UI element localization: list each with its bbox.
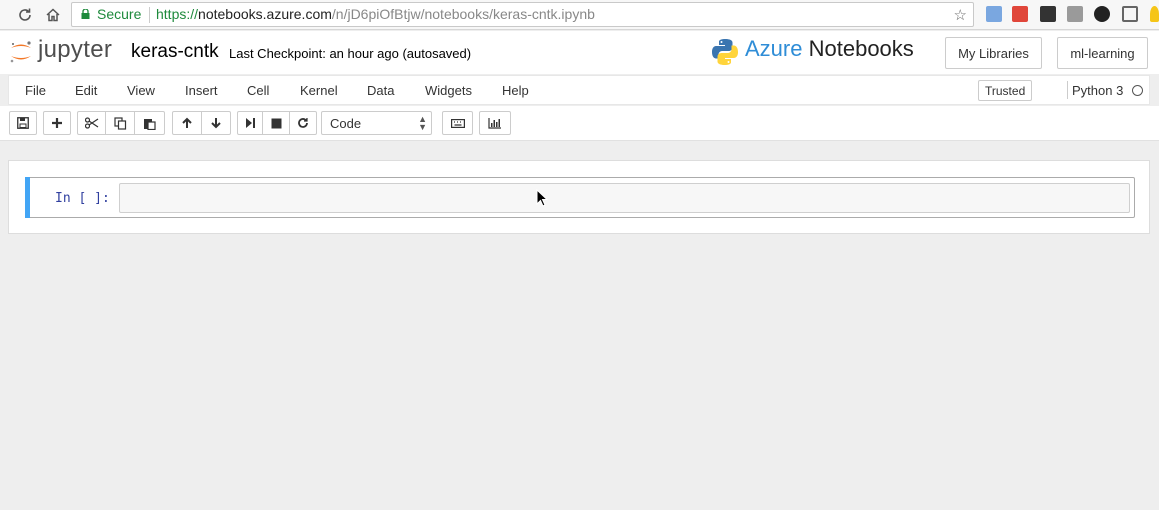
kernel-idle-indicator-icon [1132, 85, 1143, 96]
trusted-indicator[interactable]: Trusted [978, 80, 1033, 101]
library-button[interactable]: ml-learning [1057, 37, 1148, 69]
input-prompt: In [ ]: [55, 191, 110, 206]
checkpoint-status: Last Checkpoint: an hour ago (autosaved) [229, 46, 472, 61]
save-button[interactable] [9, 111, 37, 135]
reload-icon[interactable] [14, 4, 36, 26]
paste-button[interactable] [134, 111, 165, 135]
menu-insert[interactable]: Insert [185, 83, 218, 98]
secure-label: Secure [97, 6, 142, 22]
extension-lastpass-icon[interactable] [1012, 6, 1028, 22]
menu-view[interactable]: View [127, 83, 155, 98]
interrupt-kernel-button[interactable] [262, 111, 290, 135]
restart-kernel-button[interactable] [289, 111, 317, 135]
kernel-name[interactable]: Python 3 [1072, 83, 1123, 98]
jupyter-wordmark[interactable]: jupyter [38, 36, 112, 64]
menu-file[interactable]: File [25, 83, 46, 98]
code-input[interactable] [119, 183, 1130, 213]
menu-data[interactable]: Data [367, 83, 394, 98]
cell-type-value: Code [330, 116, 362, 131]
extension-gray-icon[interactable] [1067, 6, 1083, 22]
azure-notebooks-title[interactable]: Azure Notebooks [745, 36, 914, 62]
lock-icon [81, 9, 90, 19]
refresh-icon [298, 118, 308, 128]
notebook-header: jupyter keras-cntk Last Checkpoint: an h… [0, 31, 1159, 74]
extension-github-icon[interactable] [1094, 6, 1110, 22]
menu-kernel[interactable]: Kernel [300, 83, 338, 98]
command-palette-button[interactable] [442, 111, 473, 135]
selected-cell-indicator [25, 177, 30, 218]
select-arrows-icon: ▲ ▼ [418, 114, 427, 132]
notebook-name[interactable]: keras-cntk [131, 41, 219, 63]
mouse-pointer-icon [536, 189, 548, 207]
stop-icon [271, 118, 281, 128]
menu-edit[interactable]: Edit [75, 83, 97, 98]
menu-widgets[interactable]: Widgets [425, 83, 472, 98]
step-forward-icon [246, 118, 255, 128]
browser-toolbar: Secure https://notebooks.azure.com/n/jD6… [0, 0, 1159, 30]
home-icon[interactable] [42, 4, 64, 26]
scissors-icon [84, 117, 98, 129]
url-divider [149, 7, 150, 23]
extension-owl-icon[interactable] [1040, 6, 1056, 22]
keyboard-icon [450, 118, 465, 128]
extension-bulb-icon[interactable] [1150, 6, 1159, 22]
my-libraries-button[interactable]: My Libraries [945, 37, 1042, 69]
run-cell-button[interactable] [237, 111, 263, 135]
move-up-button[interactable] [172, 111, 202, 135]
bar-chart-icon [488, 118, 501, 129]
plus-icon [52, 118, 62, 128]
copy-button[interactable] [105, 111, 135, 135]
url-text: https://notebooks.azure.com/n/jD6piOfBtj… [156, 6, 595, 22]
extension-folder-icon[interactable] [986, 6, 1002, 22]
move-down-button[interactable] [201, 111, 231, 135]
python-logo-icon [712, 39, 738, 65]
cell-type-select[interactable]: Code ▲ ▼ [321, 111, 432, 135]
cast-icon[interactable] [1122, 6, 1138, 22]
menu-help[interactable]: Help [502, 83, 529, 98]
jupyter-logo-icon[interactable] [8, 39, 34, 65]
paste-icon [144, 118, 156, 130]
cut-button[interactable] [77, 111, 106, 135]
code-cell[interactable]: In [ ]: [25, 177, 1135, 218]
notebook-container: In [ ]: [8, 160, 1150, 234]
insert-cell-button[interactable] [43, 111, 71, 135]
copy-icon [113, 116, 126, 130]
notebook-toolbar: Code ▲ ▼ [0, 106, 1159, 141]
bookmark-star-icon[interactable]: ☆ [954, 6, 967, 24]
arrow-up-icon [182, 117, 192, 128]
menu-cell[interactable]: Cell [247, 83, 269, 98]
menu-bar: File Edit View Insert Cell Kernel Data W… [8, 75, 1150, 105]
arrow-down-icon [211, 118, 221, 129]
address-bar[interactable]: Secure https://notebooks.azure.com/n/jD6… [71, 2, 974, 27]
data-chart-button[interactable] [479, 111, 511, 135]
save-icon [17, 117, 29, 129]
kernel-divider [1067, 81, 1068, 99]
